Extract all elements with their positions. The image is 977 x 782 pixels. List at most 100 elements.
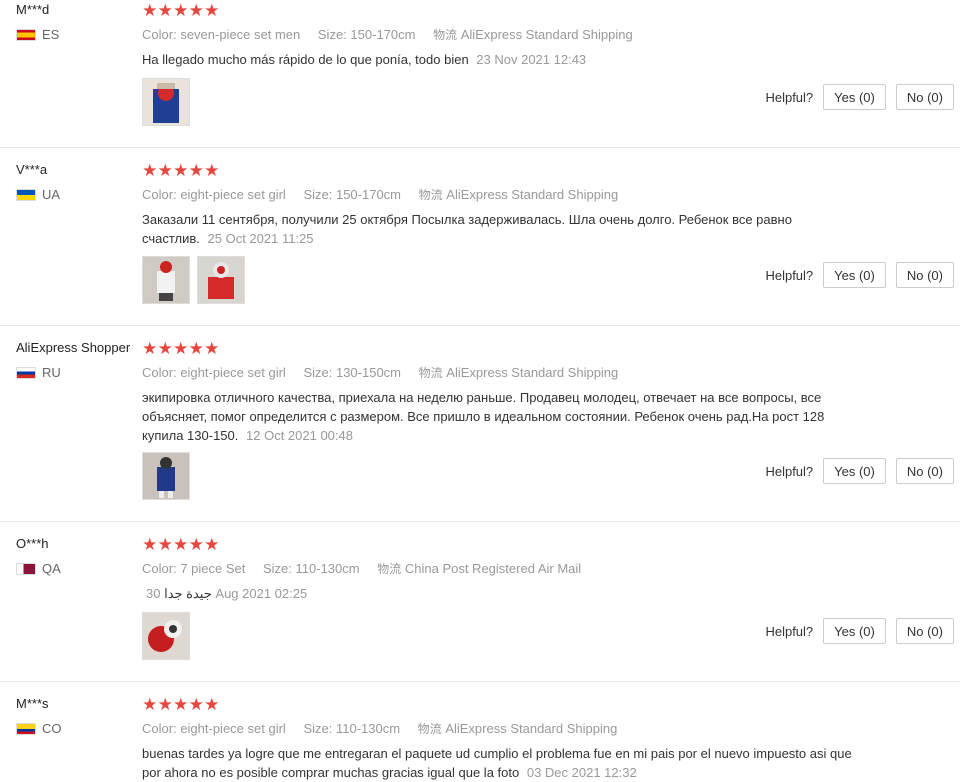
helpful-label: Helpful?	[765, 463, 814, 479]
review-text: جيدة جدا 30 Aug 2021 02:25	[142, 584, 882, 603]
review-text: экипировка отличного качества, приехала …	[142, 388, 867, 445]
review-text: buenas tardes ya logre que me entregaran…	[142, 744, 862, 782]
colombia-flag-icon	[16, 722, 36, 735]
star-icon: ★	[157, 695, 173, 714]
shipping-label: 物流	[433, 28, 458, 42]
color-label: Color:	[142, 561, 177, 576]
photo-thumbnail	[143, 79, 189, 125]
review-item: M***d ES ★ ★ ★ ★ ★ Color: seven-piece set me…	[0, 0, 960, 148]
review-content: Ha llegado mucho más rápido de lo que po…	[142, 52, 469, 67]
review-photo[interactable]	[142, 78, 190, 126]
helpful-no-button[interactable]: No (0)	[895, 262, 954, 288]
order-info: Color: seven-piece set men Size: 150-170…	[142, 26, 647, 43]
color-label: Color:	[142, 365, 177, 380]
country-code: RU	[42, 365, 61, 380]
order-info: Color: eight-piece set girl Size: 110-13…	[142, 720, 631, 737]
size-value: 110-130cm	[335, 721, 401, 736]
helpful-label: Helpful?	[765, 267, 814, 283]
size-label: Size:	[303, 721, 333, 736]
review-photo[interactable]	[142, 452, 190, 500]
reviewer-country: UA	[16, 187, 60, 202]
reviewer-country: CO	[16, 721, 62, 736]
color-value: eight-piece set girl	[180, 187, 286, 202]
review-item: M***s CO ★ ★ ★ ★ ★ Color: eight-piece set gi…	[0, 694, 960, 782]
order-info: Color: eight-piece set girl Size: 130-15…	[142, 364, 632, 381]
reviewer-name: O***h	[16, 536, 49, 551]
review-item: AliExpress Shopper RU ★ ★ ★ ★ ★ Color: eight…	[0, 338, 960, 522]
star-icon: ★	[188, 1, 204, 20]
rating-stars: ★ ★ ★ ★ ★	[142, 536, 220, 554]
russia-flag-icon	[16, 366, 36, 379]
review-photo[interactable]	[142, 256, 190, 304]
qatar-flag-icon	[16, 562, 36, 575]
star-icon: ★	[142, 1, 158, 20]
rating-stars: ★ ★ ★ ★ ★	[142, 2, 220, 20]
review-date: 25 Oct 2021 11:25	[207, 231, 314, 246]
star-icon: ★	[188, 695, 204, 714]
helpful-yes-button[interactable]: Yes (0)	[823, 84, 886, 110]
star-icon: ★	[157, 339, 173, 358]
review-content: buenas tardes ya logre que me entregaran…	[142, 746, 852, 780]
shipping-value: AliExpress Standard Shipping	[446, 187, 619, 202]
helpful-no-button[interactable]: No (0)	[895, 84, 954, 110]
review-photo[interactable]	[142, 612, 190, 660]
star-icon: ★	[204, 535, 220, 554]
helpful-no-button[interactable]: No (0)	[895, 618, 954, 644]
review-photo[interactable]	[197, 256, 245, 304]
color-value: seven-piece set men	[180, 27, 301, 42]
review-item: O***h QA ★ ★ ★ ★ ★ Color: 7 piece Set Size: …	[0, 534, 960, 682]
star-icon: ★	[173, 1, 189, 20]
reviewer-name: M***s	[16, 696, 49, 711]
color-label: Color:	[142, 27, 177, 42]
review-content: جيدة جدا	[164, 586, 212, 601]
star-icon: ★	[204, 339, 220, 358]
helpful-no-button[interactable]: No (0)	[895, 458, 954, 484]
shipping-label: 物流	[418, 188, 443, 202]
helpful-votes: Helpful? Yes (0) No (0)	[765, 458, 954, 484]
star-icon: ★	[142, 535, 158, 554]
photo-thumbnail	[143, 613, 189, 659]
helpful-label: Helpful?	[765, 89, 814, 105]
helpful-yes-button[interactable]: Yes (0)	[823, 458, 886, 484]
color-value: 7 piece Set	[180, 561, 246, 576]
size-value: 130-150cm	[335, 365, 402, 380]
star-icon: ★	[204, 695, 220, 714]
size-label: Size:	[262, 561, 292, 576]
review-photos	[142, 452, 190, 500]
rating-stars: ★ ★ ★ ★ ★	[142, 696, 220, 714]
size-value: 150-170cm	[350, 27, 416, 42]
photo-thumbnail	[143, 453, 189, 499]
size-label: Size:	[303, 187, 333, 202]
review-date: 12 Oct 2021 00:48	[246, 428, 353, 443]
review-item: V***a UA ★ ★ ★ ★ ★ Color: eight-piece set gi…	[0, 160, 960, 326]
star-icon: ★	[188, 161, 204, 180]
color-label: Color:	[142, 187, 177, 202]
star-icon: ★	[188, 339, 204, 358]
reviewer-country: ES	[16, 27, 59, 42]
reviewer-name: AliExpress Shopper	[16, 340, 131, 355]
review-photos	[142, 256, 245, 304]
review-text: Ha llegado mucho más rápido de lo que po…	[142, 50, 882, 69]
ukraine-flag-icon	[16, 188, 36, 201]
helpful-yes-button[interactable]: Yes (0)	[823, 262, 886, 288]
color-value: eight-piece set girl	[180, 365, 286, 380]
star-icon: ★	[157, 161, 173, 180]
reviewer-country: RU	[16, 365, 61, 380]
review-photos	[142, 612, 190, 660]
shipping-label: 物流	[377, 562, 402, 576]
star-icon: ★	[142, 161, 158, 180]
color-label: Color:	[142, 721, 177, 736]
star-icon: ★	[157, 535, 173, 554]
size-value: 150-170cm	[335, 187, 402, 202]
color-value: eight-piece set girl	[180, 721, 286, 736]
review-text: Заказали 11 сентября, получили 25 октябр…	[142, 210, 842, 248]
rating-stars: ★ ★ ★ ★ ★	[142, 162, 220, 180]
size-label: Size:	[303, 365, 333, 380]
helpful-yes-button[interactable]: Yes (0)	[823, 618, 886, 644]
review-date: 23 Nov 2021 12:43	[476, 52, 587, 67]
order-info: Color: eight-piece set girl Size: 150-17…	[142, 186, 632, 203]
order-info: Color: 7 piece Set Size: 110-130cm 物流 Ch…	[142, 560, 595, 577]
review-date: 03 Dec 2021 12:32	[526, 765, 637, 780]
helpful-votes: Helpful? Yes (0) No (0)	[765, 262, 954, 288]
size-label: Size:	[317, 27, 347, 42]
